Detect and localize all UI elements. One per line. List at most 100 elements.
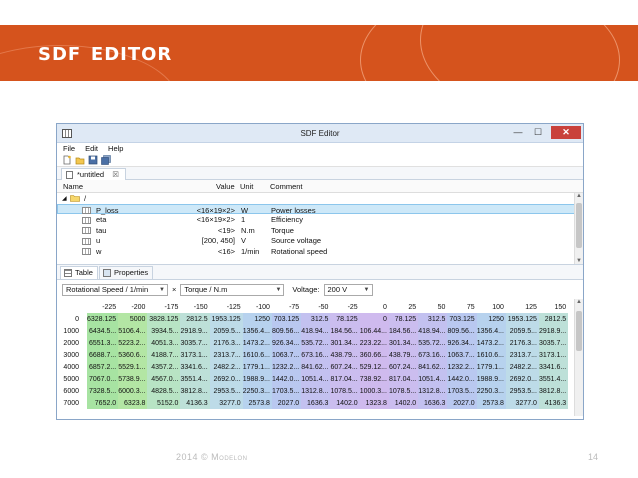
grid-column-header[interactable]: 0 (360, 301, 389, 313)
grid-cell[interactable]: 6551.3... (87, 337, 119, 349)
grid-column-header[interactable]: 25 (389, 301, 418, 313)
grid-cell[interactable]: 312.5 (418, 313, 448, 325)
save-icon[interactable] (88, 155, 98, 165)
maximize-button[interactable]: ☐ (529, 126, 547, 139)
menu-help[interactable]: Help (108, 144, 123, 153)
close-button[interactable]: ✕ (551, 126, 581, 139)
tab-close-icon[interactable]: ☒ (112, 170, 119, 179)
grid-cell[interactable]: 673.16... (301, 349, 331, 361)
grid-cell[interactable]: 3828.125 (147, 313, 181, 325)
grid-cell[interactable]: 2250.3... (476, 385, 506, 397)
grid-cell[interactable]: 673.16... (418, 349, 448, 361)
grid-cell[interactable]: 2313.7... (209, 349, 243, 361)
grid-cell[interactable]: 5738.9... (118, 373, 148, 385)
open-folder-icon[interactable] (75, 155, 85, 165)
grid-cell[interactable]: 2059.5... (209, 325, 243, 337)
grid-cell[interactable]: 1356.4... (242, 325, 272, 337)
menu-file[interactable]: File (63, 144, 75, 153)
column-axis-select[interactable]: Torque / N.m ▼ (180, 283, 285, 296)
grid-cell[interactable]: 5360.6... (118, 349, 148, 361)
tree-root[interactable]: ◢ / (57, 193, 583, 204)
grid-cell[interactable]: 2176.3... (209, 337, 243, 349)
grid-cell[interactable]: 78.125 (330, 313, 360, 325)
tab-untitled[interactable]: *untitled ☒ (61, 168, 126, 180)
grid-cell[interactable]: 703.125 (447, 313, 477, 325)
grid-row-header[interactable]: 5000 (59, 373, 87, 385)
grid-cell[interactable]: 1703.5... (271, 385, 302, 397)
grid-cell[interactable]: 4567.0... (147, 373, 181, 385)
column-header-name[interactable]: Name (63, 182, 83, 191)
grid-cell[interactable]: 0 (359, 313, 389, 325)
grid-cell[interactable]: 1232.2... (271, 361, 302, 373)
grid-cell[interactable]: 312.5 (301, 313, 331, 325)
grid-cell[interactable]: 78.125 (388, 313, 419, 325)
grid-cell[interactable]: 1779.1... (476, 361, 506, 373)
save-all-icon[interactable] (101, 155, 111, 165)
grid-cell[interactable]: 1953.125 (505, 313, 539, 325)
new-file-icon[interactable] (62, 155, 72, 165)
row-axis-select[interactable]: Rotational Speed / 1/min ▼ (62, 283, 168, 296)
grid-cell[interactable]: 529.12... (359, 361, 389, 373)
grid-cell[interactable]: 4051.3... (147, 337, 181, 349)
grid-cell[interactable]: 809.56... (271, 325, 302, 337)
scroll-up-icon[interactable]: ▲ (575, 299, 583, 305)
grid-cell[interactable]: 5106.4... (118, 325, 148, 337)
grid-cell[interactable]: 1636.3 (301, 397, 331, 409)
grid-cell[interactable]: 2313.7... (505, 349, 539, 361)
grid-cell[interactable]: 1356.4... (476, 325, 506, 337)
grid-cell[interactable]: 106.44... (359, 325, 389, 337)
grid-cell[interactable]: 1610.6... (242, 349, 272, 361)
column-header-comment[interactable]: Comment (270, 182, 303, 191)
grid-cell[interactable]: 926.34... (447, 337, 477, 349)
grid-cell[interactable]: 184.56... (330, 325, 360, 337)
grid-cell[interactable]: 1779.1... (242, 361, 272, 373)
grid-cell[interactable]: 607.24... (388, 361, 419, 373)
grid-cell[interactable]: 809.56... (447, 325, 477, 337)
grid-cell[interactable]: 3035.7... (538, 337, 569, 349)
column-header-unit[interactable]: Unit (240, 182, 253, 191)
grid-cell[interactable]: 3551.4... (180, 373, 210, 385)
grid-cell[interactable]: 2059.5... (505, 325, 539, 337)
grid-cell[interactable]: 2027.0 (271, 397, 302, 409)
grid-column-header[interactable]: -25 (330, 301, 359, 313)
grid-cell[interactable]: 2918.9... (538, 325, 569, 337)
tree-row-w[interactable]: w <16> 1/min Rotational speed (57, 246, 583, 257)
grid-cell[interactable]: 817.04... (330, 373, 360, 385)
grid-row-header[interactable]: 0 (59, 313, 87, 325)
grid-column-header[interactable]: -150 (180, 301, 209, 313)
grid-cell[interactable]: 6857.2... (87, 361, 119, 373)
grid-cell[interactable]: 360.66... (359, 349, 389, 361)
grid-cell[interactable]: 535.72... (301, 337, 331, 349)
grid-cell[interactable]: 5000 (118, 313, 148, 325)
scroll-thumb[interactable] (576, 203, 582, 248)
grid-cell[interactable]: 1051.4... (418, 373, 448, 385)
grid-cell[interactable]: 1250 (242, 313, 272, 325)
grid-cell[interactable]: 1078.5... (388, 385, 419, 397)
grid-column-header[interactable]: -50 (301, 301, 330, 313)
grid-column-header[interactable]: -175 (147, 301, 180, 313)
scroll-up-icon[interactable]: ▲ (575, 193, 583, 199)
grid-cell[interactable]: 1323.8 (359, 397, 389, 409)
grid-cell[interactable]: 1473.2... (476, 337, 506, 349)
window-titlebar[interactable]: SDF Editor — ☐ ✕ (57, 124, 583, 143)
grid-cell[interactable]: 2027.0 (447, 397, 477, 409)
tree-scrollbar[interactable]: ▲ ▼ (574, 193, 583, 264)
grid-cell[interactable]: 817.04... (388, 373, 419, 385)
grid-cell[interactable]: 3812.8... (538, 385, 569, 397)
grid-cell[interactable]: 6688.7... (87, 349, 119, 361)
grid-cell[interactable]: 2953.5... (505, 385, 539, 397)
grid-row-header[interactable]: 2000 (59, 337, 87, 349)
grid-cell[interactable]: 1636.3 (418, 397, 448, 409)
grid-column-header[interactable]: 100 (477, 301, 506, 313)
grid-cell[interactable]: 2953.5... (209, 385, 243, 397)
grid-cell[interactable]: 4357.2... (147, 361, 181, 373)
grid-cell[interactable]: 4136.3 (180, 397, 210, 409)
grid-cell[interactable]: 535.72... (418, 337, 448, 349)
grid-cell[interactable]: 4828.5... (147, 385, 181, 397)
grid-cell[interactable]: 3341.6... (180, 361, 210, 373)
grid-cell[interactable]: 3035.7... (180, 337, 210, 349)
grid-cell[interactable]: 1442.0... (271, 373, 302, 385)
grid-cell[interactable]: 418.94... (301, 325, 331, 337)
grid-cell[interactable]: 1442.0... (447, 373, 477, 385)
scroll-down-icon[interactable]: ▼ (575, 258, 583, 264)
